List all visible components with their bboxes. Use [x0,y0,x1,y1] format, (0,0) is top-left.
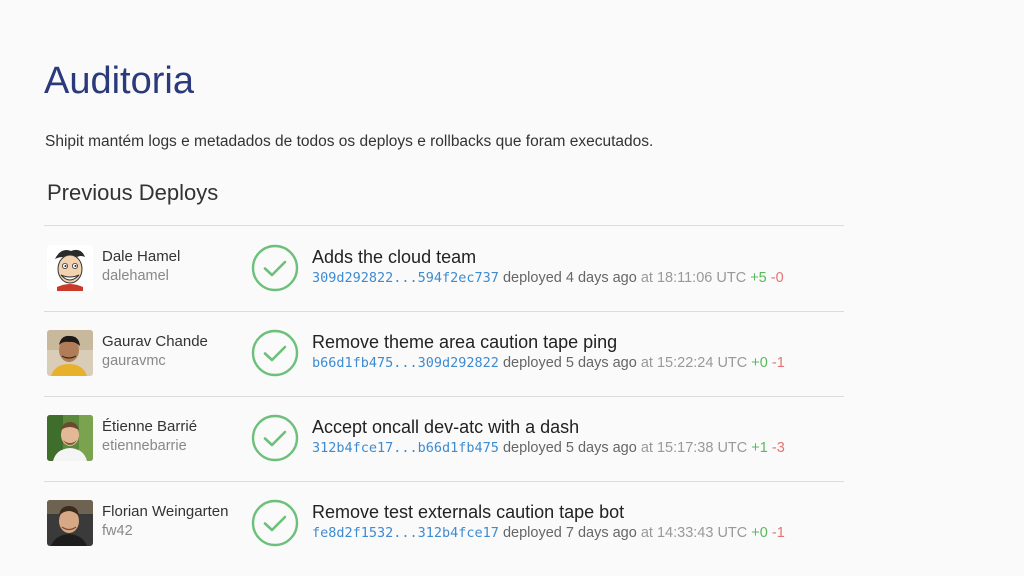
previous-deploys-panel: Previous Deploys Dale Hamel dalehamel Ad… [40,170,844,570]
relative-time: 5 days ago [565,355,637,371]
deploy-meta: b66d1fb475...309d292822 deployed 5 days … [312,355,785,371]
deletions-count: -1 [771,525,785,541]
avatar[interactable] [47,245,93,291]
deploy-title[interactable]: Adds the cloud team [312,247,476,268]
slide-subtitle: Shipit mantém logs e metadados de todos … [45,133,654,150]
avatar-photo [47,500,93,546]
relative-time: 7 days ago [565,525,637,541]
author-login: etiennebarrie [102,438,187,454]
deletions-count: -0 [770,270,784,286]
deletions-count: -1 [771,355,785,371]
deployed-label: deployed [502,525,562,541]
relative-time: 5 days ago [565,440,637,456]
commit-range-link[interactable]: fe8d2f1532...312b4fce17 [312,525,499,541]
deploy-meta: 312b4fce17...b66d1fb475 deployed 5 days … [312,440,785,456]
timestamp: 15:22:24 UTC [656,355,748,371]
author-name[interactable]: Étienne Barrié [102,418,197,435]
deploy-meta: 309d292822...594f2ec737 deployed 4 days … [312,270,784,286]
commit-range-link[interactable]: 312b4fce17...b66d1fb475 [312,440,499,456]
author-login: dalehamel [102,268,169,284]
at-label: at [640,525,653,541]
additions-count: +0 [751,355,768,371]
commit-range-link[interactable]: 309d292822...594f2ec737 [312,270,499,286]
check-circle-icon [251,499,299,547]
additions-count: +1 [751,440,768,456]
deploy-title[interactable]: Accept oncall dev-atc with a dash [312,417,579,438]
avatar[interactable] [47,500,93,546]
commit-range-link[interactable]: b66d1fb475...309d292822 [312,355,499,371]
deployed-label: deployed [502,440,562,456]
deploy-row[interactable]: Dale Hamel dalehamel Adds the cloud team… [40,226,844,311]
deploy-row[interactable]: Florian Weingarten fw42 Remove test exte… [40,481,844,566]
at-label: at [640,440,653,456]
deployed-label: deployed [502,355,562,371]
slide-title: Auditoria [44,60,194,102]
author-login: gauravmc [102,353,166,369]
additions-count: +0 [751,525,768,541]
author-name[interactable]: Gaurav Chande [102,333,208,350]
at-label: at [640,270,653,286]
additions-count: +5 [750,270,767,286]
avatar-illustration [47,245,93,291]
author-login: fw42 [102,523,133,539]
avatar-photo [47,330,93,376]
deploy-row[interactable]: Gaurav Chande gauravmc Remove theme area… [40,311,844,396]
deploy-row[interactable]: Étienne Barrié etiennebarrie Accept onca… [40,396,844,481]
timestamp: 14:33:43 UTC [656,525,748,541]
avatar-photo [47,415,93,461]
check-circle-icon [251,244,299,292]
timestamp: 15:17:38 UTC [656,440,748,456]
deployed-label: deployed [502,270,562,286]
author-name[interactable]: Florian Weingarten [102,503,228,520]
author-name[interactable]: Dale Hamel [102,248,180,265]
check-circle-icon [251,414,299,462]
relative-time: 4 days ago [565,270,637,286]
section-heading: Previous Deploys [47,180,219,205]
deploy-title[interactable]: Remove theme area caution tape ping [312,332,617,353]
deploy-title[interactable]: Remove test externals caution tape bot [312,502,624,523]
deletions-count: -3 [771,440,785,456]
avatar[interactable] [47,415,93,461]
deploy-meta: fe8d2f1532...312b4fce17 deployed 7 days … [312,525,785,541]
check-circle-icon [251,329,299,377]
at-label: at [640,355,653,371]
timestamp: 18:11:06 UTC [656,270,747,286]
avatar[interactable] [47,330,93,376]
